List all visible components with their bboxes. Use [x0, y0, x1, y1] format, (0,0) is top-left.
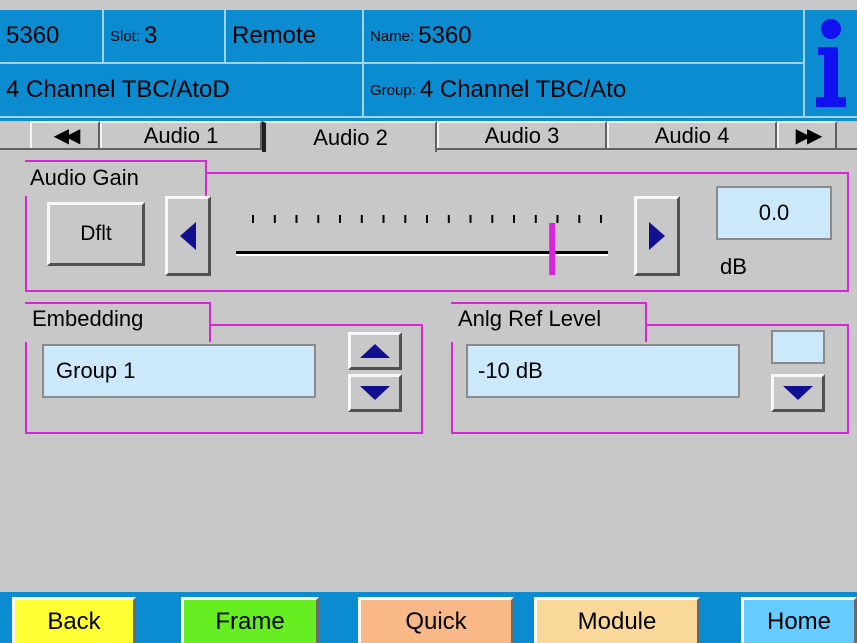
back-button-label: Back: [47, 607, 101, 635]
slider-tick: [339, 215, 341, 223]
header-model: 5360: [0, 10, 104, 64]
header-slot: Slot: 3: [104, 10, 226, 64]
frame-button[interactable]: Frame: [181, 597, 319, 643]
up-arrow-icon: [360, 344, 390, 358]
header-description: 4 Channel TBC/AtoD: [0, 64, 364, 118]
default-button-label: Dflt: [80, 222, 112, 245]
down-arrow-icon: [360, 386, 390, 400]
double-right-arrow-icon: ▶▶: [795, 125, 823, 147]
double-left-arrow-icon: ◀◀: [53, 125, 81, 147]
default-button[interactable]: Dflt: [47, 202, 145, 266]
gain-slider[interactable]: [236, 205, 608, 277]
left-arrow-icon: [180, 222, 196, 250]
header-info[interactable]: [805, 10, 857, 118]
slider-tick: [447, 215, 450, 223]
slider-tick: [252, 215, 254, 223]
tab-audio-2-label: Audio 2: [313, 124, 388, 150]
slider-tick: [578, 215, 581, 223]
header-mode: Remote: [226, 10, 364, 64]
tab-audio-3[interactable]: Audio 3: [437, 121, 607, 150]
right-arrow-icon: [649, 222, 665, 250]
slider-tick: [360, 215, 363, 223]
tab-prev-button[interactable]: ◀◀: [30, 121, 100, 150]
tab-audio-4[interactable]: Audio 4: [607, 121, 777, 150]
gain-decrease-button[interactable]: [165, 196, 211, 276]
down-arrow-icon: [783, 386, 813, 400]
quick-button[interactable]: Quick: [358, 597, 514, 643]
module-button[interactable]: Module: [534, 597, 700, 643]
home-button[interactable]: Home: [741, 597, 857, 643]
gain-slider-track: [236, 215, 608, 275]
anlg-ref-level-up-placeholder: [771, 330, 825, 364]
slider-tick: [469, 215, 472, 223]
anlg-ref-level-value: -10 dB: [478, 358, 543, 383]
mode-label: Remote: [232, 22, 317, 49]
back-button[interactable]: Back: [12, 597, 136, 643]
header-name: Name: 5360: [364, 10, 805, 64]
slider-tick: [534, 215, 537, 223]
gain-value-field[interactable]: 0.0: [716, 186, 832, 240]
tab-next-button[interactable]: ▶▶: [777, 121, 837, 150]
audio-gain-title: Audio Gain: [30, 165, 139, 190]
tab-audio-1-label: Audio 1: [143, 122, 219, 148]
module-button-label: Module: [577, 607, 657, 635]
group-value: 4 Channel TBC/Ato: [419, 76, 627, 103]
gain-unit-label: dB: [720, 254, 747, 279]
embedding-up-button[interactable]: [348, 332, 402, 370]
embedding-down-button[interactable]: [348, 374, 402, 412]
slider-tick: [513, 215, 515, 223]
anlg-ref-level-title: Anlg Ref Level: [458, 306, 602, 331]
header-group: Group: 4 Channel TBC/Ato: [364, 64, 805, 118]
slider-tick: [491, 215, 494, 223]
tab-baseline-right: [437, 148, 857, 150]
description-label: 4 Channel TBC/AtoD: [6, 76, 230, 103]
anlg-ref-level-value-field[interactable]: -10 dB: [466, 344, 740, 398]
info-icon[interactable]: [814, 17, 848, 109]
slot-label: Slot:: [110, 27, 141, 45]
slider-tick: [600, 215, 602, 223]
name-value: 5360: [418, 22, 472, 49]
gain-value: 0.0: [758, 200, 790, 225]
anlg-ref-level-down-button[interactable]: [771, 374, 825, 412]
slot-value: 3: [144, 22, 158, 49]
gain-increase-button[interactable]: [634, 196, 680, 276]
slider-tick: [404, 215, 407, 223]
tab-audio-2[interactable]: Audio 2: [262, 121, 437, 152]
name-label: Name:: [370, 27, 415, 45]
slider-tick: [382, 215, 385, 223]
embedding-value-field[interactable]: Group 1: [42, 344, 316, 398]
quick-button-label: Quick: [405, 607, 467, 635]
group-label: Group:: [370, 81, 416, 99]
frame-button-label: Frame: [215, 607, 285, 635]
slider-tick: [317, 215, 320, 223]
slider-tick: [273, 215, 276, 223]
slider-tick: [295, 215, 298, 223]
slider-tick: [426, 215, 428, 223]
model-label: 5360: [6, 22, 60, 49]
embedding-title: Embedding: [32, 306, 144, 331]
tab-audio-4-label: Audio 4: [654, 122, 730, 148]
tab-audio-1[interactable]: Audio 1: [100, 121, 262, 150]
embedding-value: Group 1: [56, 358, 136, 383]
tab-audio-3-label: Audio 3: [484, 122, 560, 148]
tab-baseline-left: [0, 148, 262, 150]
gain-slider-marker[interactable]: [549, 223, 556, 275]
home-button-label: Home: [766, 607, 832, 635]
slider-tick: [556, 215, 559, 223]
